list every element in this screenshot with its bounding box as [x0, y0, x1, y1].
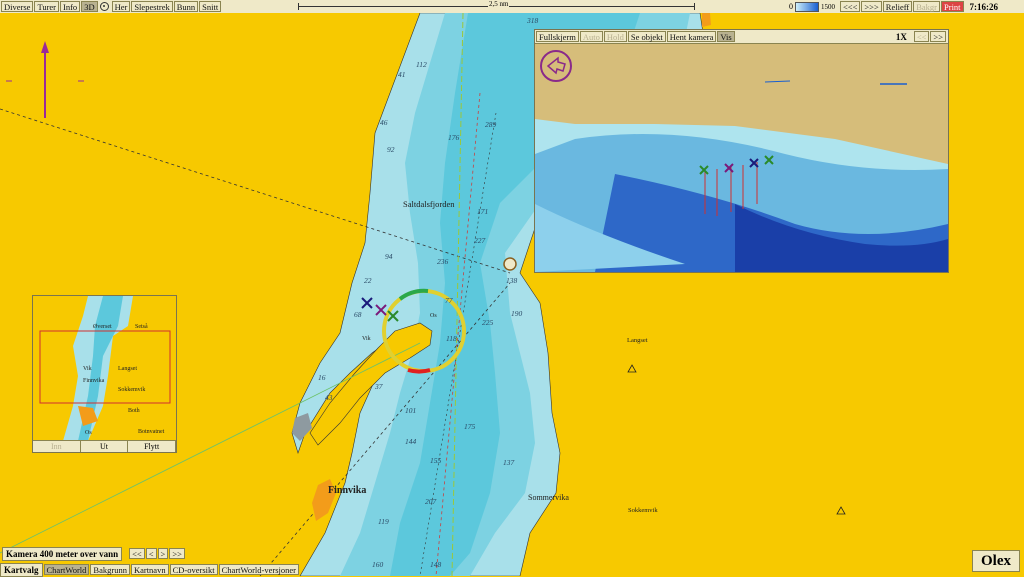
menu-bunn[interactable]: Bunn — [173, 1, 199, 12]
target-icon[interactable] — [99, 2, 109, 11]
minimap-label: Setså — [135, 324, 148, 330]
clock: 7:16:26 — [969, 1, 999, 12]
depth-label: 225 — [482, 318, 494, 327]
3d-prev-button[interactable]: << — [913, 31, 930, 42]
depth-label: 77 — [445, 296, 453, 305]
menu-slepestrek[interactable]: Slepestrek — [131, 1, 173, 12]
depth-max-label: 1500 — [821, 2, 835, 11]
depth-label: 190 — [511, 309, 523, 318]
tab-chartworld-versjoner[interactable]: ChartWorld-versjoner — [218, 564, 299, 575]
tab-kartnavn[interactable]: Kartnavn — [130, 564, 169, 575]
3d-view-panel[interactable]: Fullskjerm Auto Hold Se objekt Hent kame… — [534, 29, 949, 273]
minimap-label: Finnvika — [83, 378, 105, 384]
bottom-bar: Kartvalg ChartWorld Bakgrunn Kartnavn CD… — [0, 562, 1024, 577]
nav-forward-button[interactable]: >>> — [861, 1, 882, 12]
tab-chartworld[interactable]: ChartWorld — [43, 564, 90, 575]
depth-label: 92 — [387, 145, 395, 154]
camera-label: Kamera 400 meter over vann — [2, 546, 123, 561]
depth-label: 41 — [398, 70, 406, 79]
get-camera-button[interactable]: Hent kamera — [666, 31, 717, 42]
minimap-label: Both — [128, 408, 140, 414]
depth-label: 101 — [405, 406, 417, 415]
top-menu-bar: Diverse Turer Info 3D Her Slepestrek Bun… — [0, 0, 1024, 14]
scale-bar: 2,5 nm — [298, 0, 695, 10]
depth-label: 119 — [378, 517, 389, 526]
fullscreen-button[interactable]: Fullskjerm — [536, 31, 579, 42]
depth-label: 16 — [318, 373, 326, 382]
3d-terrain[interactable] — [535, 44, 948, 272]
menu-info[interactable]: Info — [60, 1, 81, 12]
minimap-label: Vik — [83, 366, 92, 372]
depth-label: 318 — [527, 16, 539, 25]
place-vik: Vik — [362, 336, 371, 342]
camera-back-button[interactable]: < — [145, 548, 157, 559]
depth-label: 289 — [485, 120, 497, 129]
olex-logo: Olex — [972, 550, 1020, 572]
3d-next-button[interactable]: >> — [930, 31, 946, 42]
menu-turer[interactable]: Turer — [34, 1, 60, 12]
camera-forward-button[interactable]: > — [157, 548, 169, 559]
minimap-in-button[interactable]: Inn — [33, 441, 81, 452]
depth-label: 236 — [437, 257, 449, 266]
minimap-toolbar: Inn Ut Flytt — [33, 440, 176, 452]
depth-label: 171 — [477, 207, 489, 216]
depth-label: 175 — [464, 422, 476, 431]
minimap-label: Botnvatnet — [138, 429, 165, 435]
minimap-label: Øverset — [93, 324, 112, 330]
depth-gradient[interactable] — [795, 1, 819, 12]
bakgr-button[interactable]: Bakgr — [913, 1, 941, 12]
depth-label: 138 — [506, 276, 518, 285]
relieff-button[interactable]: Relieff — [882, 1, 913, 12]
camera-fastforward-button[interactable]: >> — [169, 548, 185, 559]
tab-bakgrunn[interactable]: Bakgrunn — [90, 564, 130, 575]
nav-back-button[interactable]: <<< — [840, 1, 861, 12]
depth-label: 176 — [448, 133, 460, 142]
hold-button[interactable]: Hold — [603, 31, 627, 42]
3d-view-toolbar: Fullskjerm Auto Hold Se objekt Hent kame… — [535, 30, 948, 44]
kartvalg-label: Kartvalg — [0, 562, 43, 577]
depth-label: 46 — [380, 118, 388, 127]
depth-label: 94 — [385, 252, 393, 261]
depth-label: 43 — [325, 393, 333, 402]
menu-3d[interactable]: 3D — [81, 1, 98, 12]
place-sommervika: Sommervika — [528, 493, 569, 502]
depth-label: 155 — [430, 456, 442, 465]
minimap-label: Sokkemvik — [118, 387, 146, 393]
depth-label: 118 — [446, 334, 457, 343]
depth-min-label: 0 — [789, 2, 793, 11]
place-os: Os — [430, 313, 437, 319]
depth-label: 227 — [474, 236, 486, 245]
print-button[interactable]: Print — [941, 1, 964, 12]
place-langset: Langset — [627, 337, 648, 344]
minimap-label: Os — [85, 430, 92, 436]
depth-label: 22 — [364, 276, 372, 285]
scale-label: 2,5 nm — [488, 0, 510, 8]
minimap-move-button[interactable]: Flytt — [128, 441, 176, 452]
depth-label: 68 — [354, 310, 362, 319]
show-button[interactable]: Vis — [717, 31, 735, 42]
minimap-label: Langset — [118, 366, 137, 372]
menu-diverse[interactable]: Diverse — [1, 1, 34, 12]
camera-rewind-button[interactable]: << — [129, 548, 145, 559]
depth-label: 112 — [416, 60, 427, 69]
depth-label: 137 — [503, 458, 515, 467]
auto-button[interactable]: Auto — [579, 31, 603, 42]
place-saltdalsfjorden: Saltdalsfjorden — [403, 199, 455, 209]
see-object-button[interactable]: Se objekt — [627, 31, 666, 42]
zoom-level: 1X — [895, 31, 907, 42]
depth-label: 37 — [375, 382, 383, 391]
overview-minimap[interactable]: Øverset Setså Langset Sokkemvik Both Bot… — [32, 295, 177, 453]
menu-snitt[interactable]: Snitt — [199, 1, 222, 12]
compass-icon[interactable] — [540, 50, 572, 82]
minimap-chart[interactable] — [33, 296, 176, 441]
place-finnvika: Finnvika — [328, 485, 367, 496]
minimap-out-button[interactable]: Ut — [81, 441, 129, 452]
buoy-marker — [503, 257, 517, 271]
tab-cd-oversikt[interactable]: CD-oversikt — [169, 564, 218, 575]
place-sokkemvik: Sokkemvik — [628, 507, 658, 514]
depth-label: 207 — [425, 497, 437, 506]
camera-panel: Kamera 400 meter over vann << < > >> — [2, 546, 185, 561]
menu-her[interactable]: Her — [111, 1, 131, 12]
depth-label: 144 — [405, 437, 417, 446]
